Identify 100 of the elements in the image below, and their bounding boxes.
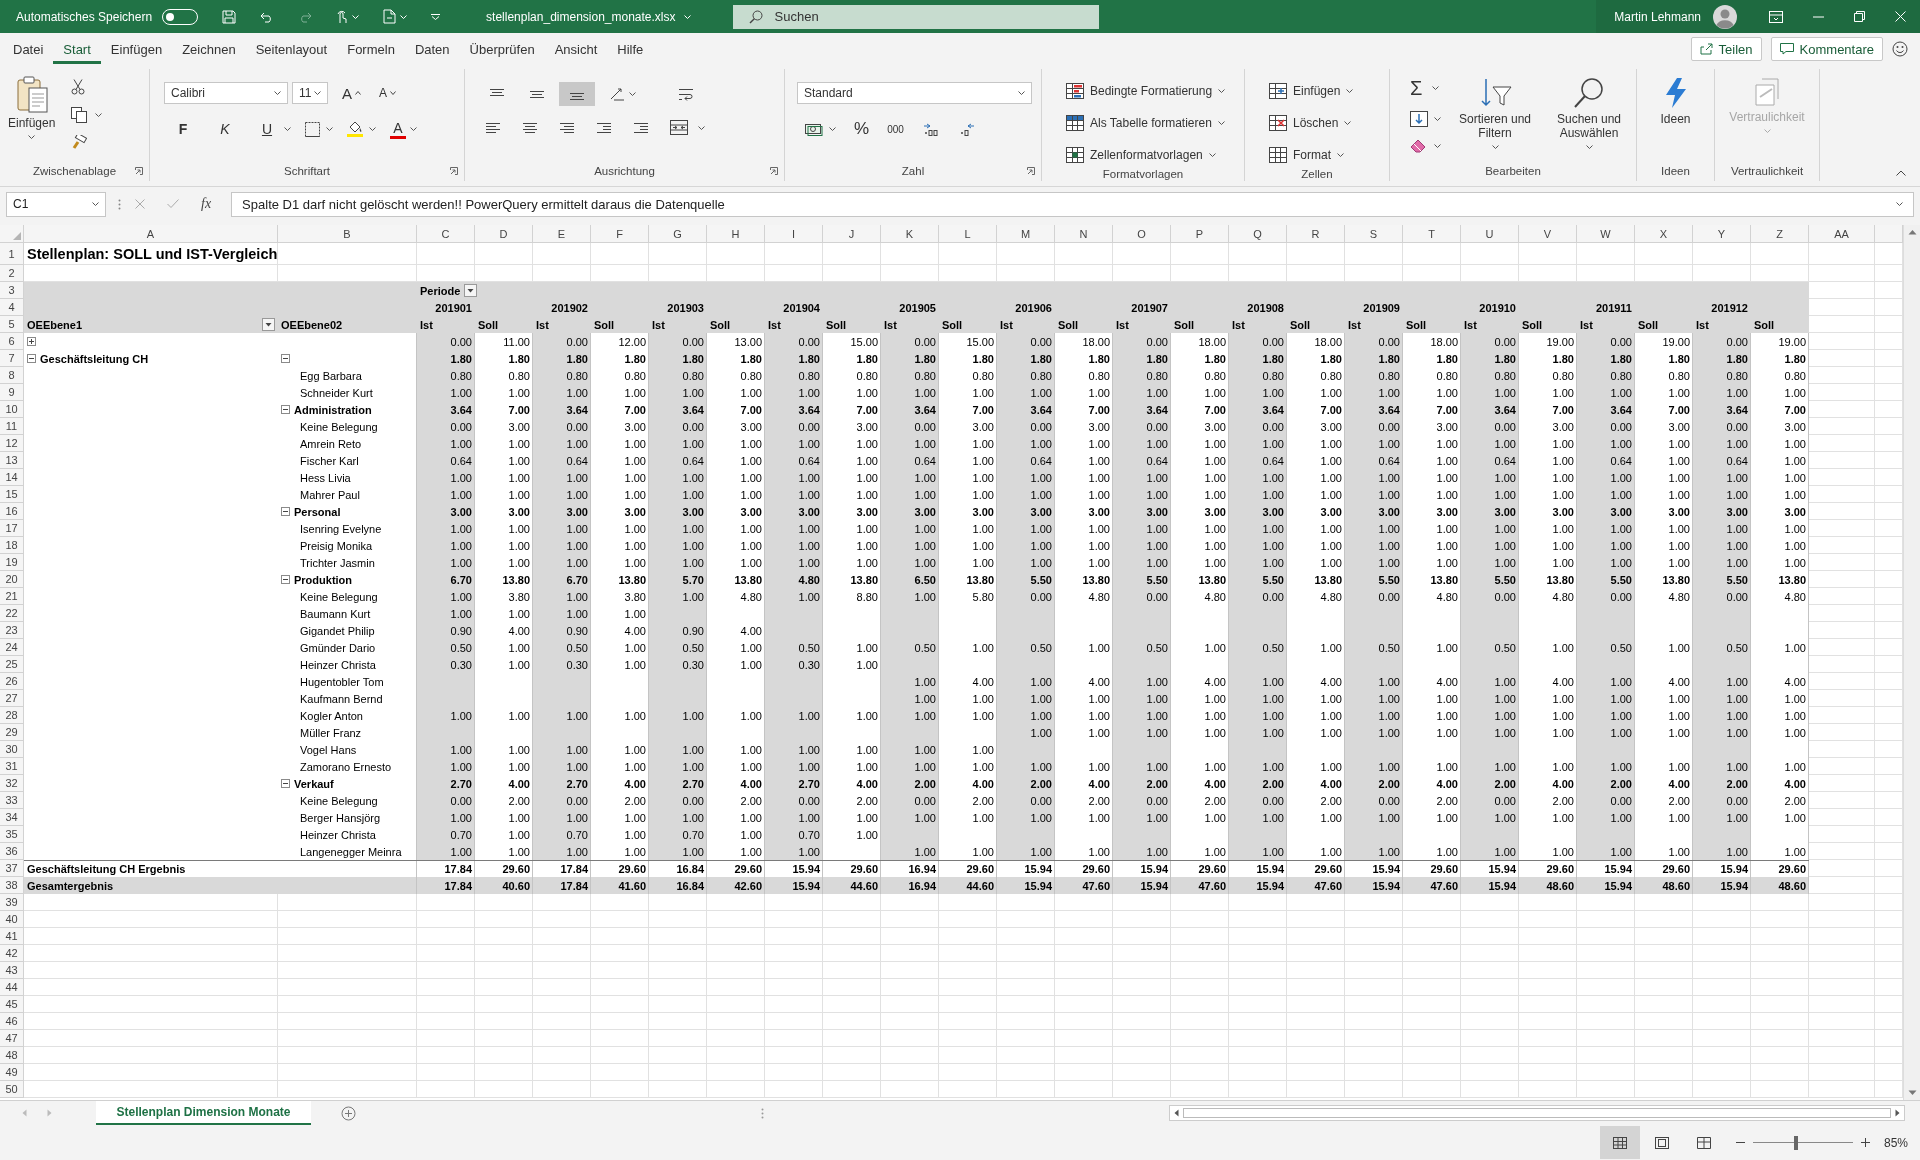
view-button[interactable] <box>1599 1126 1640 1159</box>
font-name-field[interactable]: Calibri <box>164 82 288 104</box>
scroll-left-icon[interactable] <box>1174 1109 1179 1117</box>
page-layout-icon[interactable] <box>1654 1136 1669 1149</box>
row-number[interactable]: 3 <box>0 282 24 299</box>
ribbon-menu-button[interactable]: Als Tabelle formatieren <box>1066 111 1244 135</box>
format-painter-icon[interactable] <box>71 135 88 151</box>
save-icon[interactable] <box>222 9 237 24</box>
minimize-icon[interactable] <box>1813 15 1824 18</box>
column-header[interactable]: P <box>1171 225 1229 243</box>
column-header[interactable]: M <box>997 225 1055 243</box>
sheet-tab[interactable]: Stellenplan Dimension Monate <box>96 1100 311 1125</box>
row-number[interactable]: 20 <box>0 571 24 588</box>
row-number[interactable]: 40 <box>0 911 24 928</box>
sort-filter-icon[interactable] <box>1478 77 1512 109</box>
search-field[interactable]: Suchen <box>732 4 1099 29</box>
outline-toggle-icon[interactable] <box>281 507 290 516</box>
customize-icon[interactable] <box>431 13 441 20</box>
row-number[interactable]: 48 <box>0 1047 24 1064</box>
column-header[interactable]: E <box>533 225 591 243</box>
row-number[interactable]: 35 <box>0 826 24 843</box>
row-number[interactable]: 10 <box>0 401 24 418</box>
menu-tab[interactable]: Zeichnen <box>172 34 246 64</box>
menu-tab[interactable]: Daten <box>404 34 460 64</box>
row-number[interactable]: 25 <box>0 656 24 673</box>
row-number[interactable]: 50 <box>0 1081 24 1098</box>
ribbon-menu-button[interactable]: Löschen <box>1269 111 1389 135</box>
share-button[interactable]: Teilen <box>1690 37 1762 61</box>
avatar-icon[interactable] <box>1713 4 1737 29</box>
ribbon-menu-button[interactable]: Einfügen <box>1269 79 1389 103</box>
row-number[interactable]: 2 <box>0 265 24 282</box>
caret-icon[interactable] <box>629 92 636 96</box>
column-header[interactable]: J <box>823 225 881 243</box>
caret-icon[interactable] <box>1585 144 1593 149</box>
column-header[interactable]: N <box>1055 225 1113 243</box>
column-header[interactable]: V <box>1519 225 1577 243</box>
row-number[interactable]: 38 <box>0 877 24 894</box>
caret-icon[interactable] <box>92 202 99 206</box>
find-select-button[interactable]: Suchen und Auswählen <box>1549 77 1629 149</box>
row-number[interactable]: 39 <box>0 894 24 911</box>
row-number[interactable]: 9 <box>0 384 24 401</box>
row-number[interactable]: 24 <box>0 639 24 656</box>
merge-icon[interactable] <box>670 120 688 135</box>
caret-icon[interactable] <box>28 134 36 139</box>
column-header[interactable]: L <box>939 225 997 243</box>
comments-button[interactable]: Kommentare <box>1770 37 1883 61</box>
horizontal-scrollbar[interactable] <box>1169 1105 1905 1121</box>
row-number[interactable]: 15 <box>0 486 24 503</box>
row-number[interactable]: 21 <box>0 588 24 605</box>
bold-button[interactable]: F <box>170 118 196 140</box>
row-number[interactable]: 14 <box>0 469 24 486</box>
filter-dropdown-icon[interactable] <box>464 284 478 297</box>
row-number[interactable]: 11 <box>0 418 24 435</box>
outline-toggle-icon[interactable] <box>27 337 36 346</box>
row-number[interactable]: 37 <box>0 860 24 877</box>
column-header[interactable]: B <box>278 225 417 243</box>
menu-tab[interactable]: Hilfe <box>607 34 654 64</box>
caret-icon[interactable] <box>1896 202 1903 206</box>
column-header[interactable]: A <box>24 225 278 243</box>
insert-cells-icon[interactable] <box>1269 83 1287 99</box>
autosum-button[interactable]: Σ <box>1410 77 1423 99</box>
currency-icon[interactable] <box>805 122 823 136</box>
row-number[interactable]: 33 <box>0 792 24 809</box>
menu-tab[interactable]: Einfügen <box>100 34 173 64</box>
caret-icon[interactable] <box>369 127 376 131</box>
caret-icon[interactable] <box>284 127 291 131</box>
row-number[interactable]: 43 <box>0 962 24 979</box>
search-icon[interactable] <box>748 9 763 24</box>
column-header[interactable]: X <box>1635 225 1693 243</box>
row-number[interactable]: 32 <box>0 775 24 792</box>
align-right-icon[interactable] <box>559 120 575 135</box>
outline-toggle-icon[interactable] <box>27 354 36 363</box>
row-number[interactable]: 31 <box>0 758 24 775</box>
ribbon-options-icon[interactable] <box>1769 10 1783 23</box>
filter-dropdown-icon[interactable] <box>262 318 275 331</box>
caret-icon[interactable] <box>1218 89 1226 93</box>
share-icon[interactable] <box>1699 43 1713 55</box>
ribbon-menu-button[interactable]: Zellenformatvorlagen <box>1066 143 1244 167</box>
format-cells-icon[interactable] <box>1269 147 1287 163</box>
eraser-icon[interactable] <box>1410 139 1428 153</box>
column-header[interactable]: D <box>475 225 533 243</box>
caret-icon[interactable] <box>1344 121 1352 125</box>
row-number[interactable]: 16 <box>0 503 24 520</box>
column-header[interactable]: Q <box>1229 225 1287 243</box>
vertical-scrollbar[interactable] <box>1903 225 1920 1100</box>
row-number[interactable]: 22 <box>0 605 24 622</box>
close-icon[interactable] <box>1895 11 1906 22</box>
ideas-button[interactable]: Ideen <box>1660 77 1691 127</box>
fill-color-icon[interactable] <box>347 121 363 137</box>
row-number[interactable]: 6 <box>0 333 24 350</box>
collapse-ribbon-icon[interactable] <box>1896 170 1906 176</box>
row-number[interactable]: 1 <box>0 243 24 265</box>
restore-icon[interactable] <box>1854 11 1865 22</box>
wrap-text-icon[interactable] <box>678 87 694 101</box>
caret-icon[interactable] <box>410 127 417 131</box>
column-header[interactable]: T <box>1403 225 1461 243</box>
row-number[interactable]: 28 <box>0 707 24 724</box>
row-number[interactable]: 49 <box>0 1064 24 1081</box>
row-number[interactable]: 27 <box>0 690 24 707</box>
more-icon[interactable] <box>118 198 121 210</box>
